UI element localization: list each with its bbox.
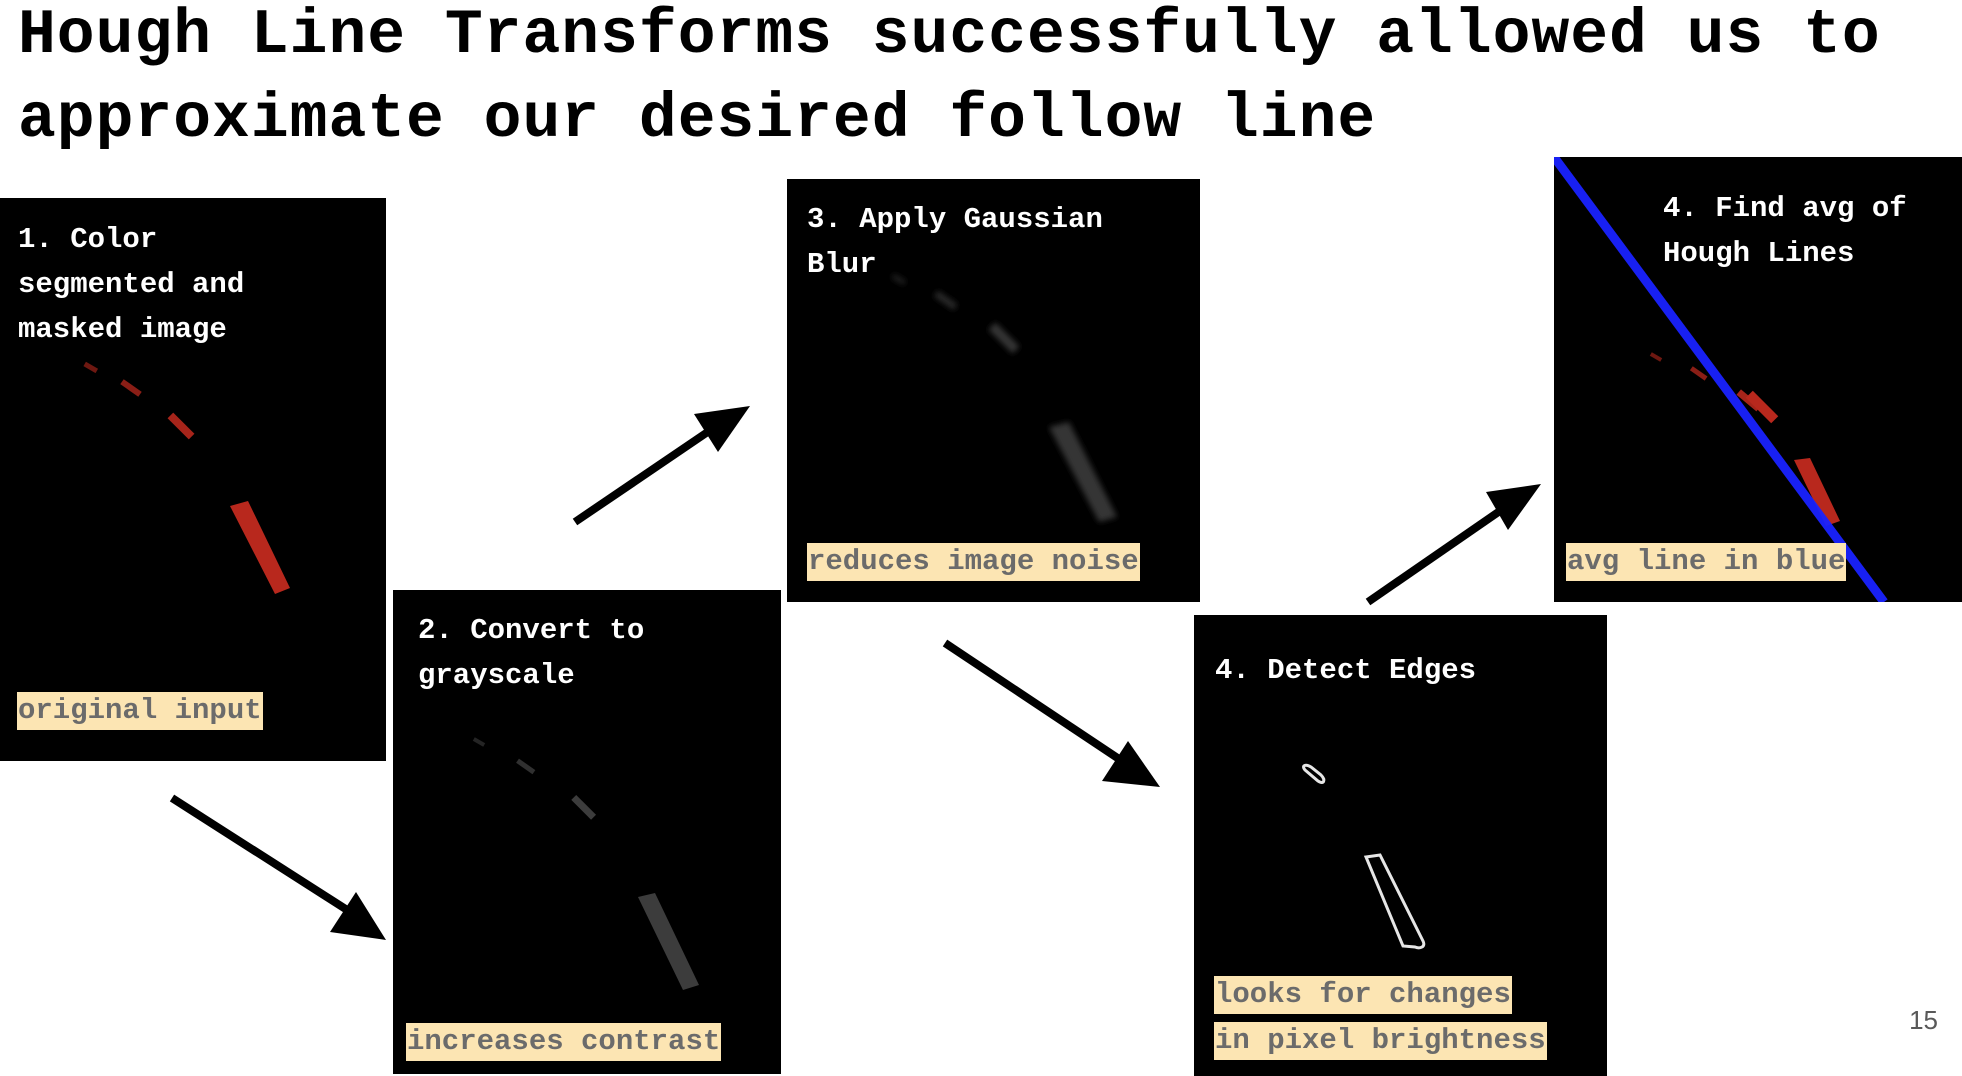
arrow-4-to-5: [1365, 500, 1513, 606]
arrow-3-to-4: [942, 639, 1128, 767]
page-number: 15: [1909, 1005, 1938, 1035]
arrow-3-head: [1102, 741, 1160, 787]
arrow-1-head: [330, 892, 386, 940]
arrow-4-head: [1486, 484, 1541, 530]
arrow-2-to-3: [572, 423, 718, 526]
arrow-1-to-2: [169, 794, 358, 919]
flow-arrows: [169, 406, 1541, 940]
arrow-2-head: [694, 406, 750, 452]
